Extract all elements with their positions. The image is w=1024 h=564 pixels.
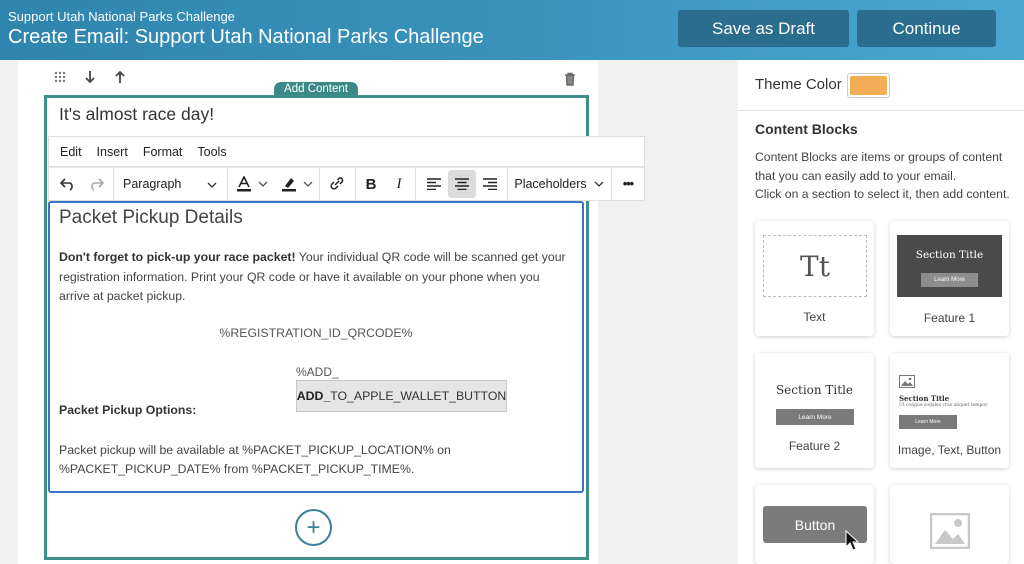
highlight-icon <box>282 178 296 192</box>
preview-body-text: Ut congue sodales cras aliquet tempor. <box>899 403 989 408</box>
align-left-icon[interactable] <box>421 168 447 200</box>
menu-edit[interactable]: Edit <box>60 145 82 159</box>
chevron-down-icon <box>258 181 268 187</box>
block-card-label: Feature 1 <box>923 311 976 325</box>
text-block-preview: Tt <box>763 235 867 297</box>
highlight-color-button[interactable] <box>277 168 317 200</box>
link-icon[interactable] <box>323 168 349 200</box>
blocks-desc-line-2: Click on a section to select it, then ad… <box>755 187 1010 201</box>
intro-paragraph[interactable]: Don't forget to pick-up your race packet… <box>59 248 569 307</box>
save-as-draft-button[interactable]: Save as Draft <box>678 10 849 47</box>
block-card-feature-1[interactable]: Section Title Learn More Feature 1 <box>890 221 1009 336</box>
preview-section-title: Section Title <box>915 249 984 261</box>
block-tools <box>52 70 128 87</box>
preview-section-title: Section Title <box>899 394 950 403</box>
preview-learn-more: Learn More <box>899 415 957 429</box>
add-block-button[interactable]: + <box>295 509 332 546</box>
block-card-text[interactable]: Tt Text <box>755 221 874 336</box>
text-color-button[interactable] <box>231 168 273 200</box>
theme-color-fill <box>850 76 887 95</box>
feature-1-preview: Section Title Learn More <box>897 235 1002 297</box>
move-up-icon[interactable] <box>112 70 128 87</box>
menu-insert[interactable]: Insert <box>97 145 128 159</box>
image-icon <box>899 375 915 388</box>
panel-divider <box>738 110 1024 111</box>
image-icon <box>930 513 970 549</box>
editor-toolbar: Paragraph B I Placeholders ••• <box>48 167 645 201</box>
apple-btn-bold: ADD_ <box>296 389 331 403</box>
email-heading[interactable]: It's almost race day! <box>59 104 214 125</box>
delete-block-icon[interactable] <box>564 72 578 88</box>
pickup-paragraph[interactable]: Packet pickup will be available at %PACK… <box>59 441 574 479</box>
menu-format[interactable]: Format <box>143 145 183 159</box>
placeholders-select[interactable]: Placeholders <box>511 168 607 200</box>
more-options-button[interactable]: ••• <box>615 168 641 200</box>
block-card-label: Text <box>803 310 826 324</box>
preview-learn-more: Learn More <box>921 273 978 287</box>
placeholders-select-value: Placeholders <box>514 177 587 191</box>
chevron-down-icon <box>207 177 217 191</box>
move-down-icon[interactable] <box>82 70 98 87</box>
theme-color-swatch[interactable] <box>847 73 890 98</box>
pickup-options-label[interactable]: Packet Pickup Options: <box>59 403 196 417</box>
chevron-down-icon <box>303 181 313 187</box>
format-select-value: Paragraph <box>123 177 182 191</box>
mouse-cursor-icon <box>845 530 860 551</box>
drag-handle-icon[interactable] <box>52 70 68 87</box>
preview-section-title: Section Title <box>775 383 854 397</box>
menu-tools[interactable]: Tools <box>197 145 226 159</box>
content-blocks-title: Content Blocks <box>755 121 858 137</box>
content-title[interactable]: Packet Pickup Details <box>59 207 243 229</box>
block-card-feature-2[interactable]: Section Title Learn More Feature 2 <box>755 353 874 468</box>
editor-menubar: Edit Insert Format Tools <box>48 136 645 167</box>
blocks-desc-line-1: Content Blocks are items or groups of co… <box>755 150 1003 183</box>
intro-bold-text: Don't forget to pick-up your race packet… <box>59 250 296 264</box>
paragraph-format-select[interactable]: Paragraph <box>115 168 225 200</box>
campaign-subtitle: Support Utah National Parks Challenge <box>8 9 235 24</box>
bold-button[interactable]: B <box>359 168 383 200</box>
page-title: Create Email: Support Utah National Park… <box>8 26 484 48</box>
block-card-button[interactable]: Button <box>755 485 874 564</box>
qrcode-placeholder[interactable]: %REGISTRATION_ID_QRCODE% <box>0 326 632 340</box>
align-right-icon[interactable] <box>477 168 503 200</box>
content-blocks-description: Content Blocks are items or groups of co… <box>755 148 1015 204</box>
align-center-icon[interactable] <box>448 170 476 198</box>
apple-wallet-placeholder-button[interactable]: ADD_ TO_APPLE_WALLET_BUTTON <box>296 380 507 412</box>
text-color-icon <box>237 176 251 192</box>
block-card-label: Feature 2 <box>788 439 841 453</box>
chevron-down-icon <box>594 181 604 187</box>
block-card-image[interactable] <box>890 485 1009 564</box>
preview-learn-more: Learn More <box>776 409 854 425</box>
add-placeholder-prefix: %ADD_ <box>296 365 339 379</box>
redo-icon[interactable] <box>83 168 109 200</box>
theme-color-label: Theme Color <box>755 76 842 93</box>
block-card-label: Image, Text, Button <box>897 443 1002 457</box>
italic-button[interactable]: I <box>387 168 411 200</box>
apple-btn-text: TO_APPLE_WALLET_BUTTON <box>330 389 507 403</box>
block-card-image-text-button[interactable]: Section Title Ut congue sodales cras ali… <box>890 353 1009 468</box>
undo-icon[interactable] <box>55 168 81 200</box>
continue-button[interactable]: Continue <box>857 10 996 47</box>
